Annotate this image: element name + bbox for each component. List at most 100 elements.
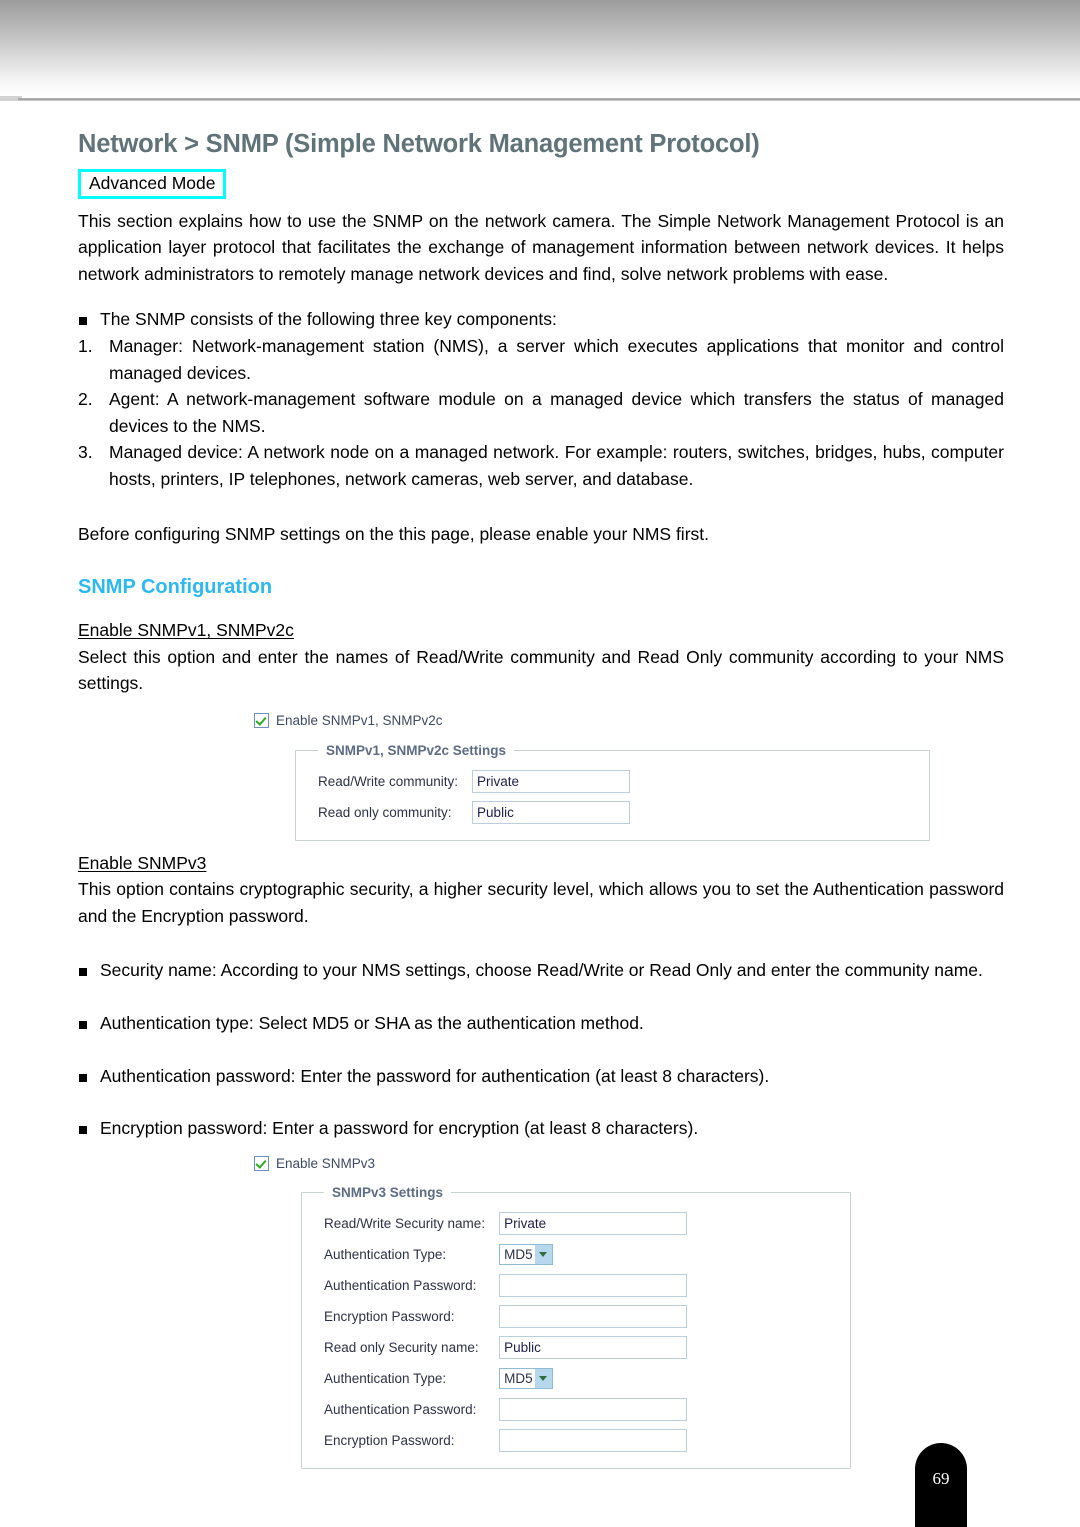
document-content: Network > SNMP (Simple Network Managemen… — [78, 130, 1004, 1469]
rw-auth-type-value: MD5 — [504, 1246, 533, 1262]
rw-auth-type-label: Authentication Type: — [324, 1246, 447, 1262]
snmpv1-settings-fieldset: SNMPv1, SNMPv2c Settings Read/Write comm… — [295, 742, 930, 841]
rw-auth-type-field-cell: MD5 — [499, 1239, 687, 1270]
snmpv3-settings-screenshot: Enable SNMPv3 SNMPv3 Settings Read/Write… — [254, 1155, 894, 1469]
enable-snmpv1-subheading-wrap: Enable SNMPv1, SNMPv2c — [78, 618, 1004, 643]
header-rule-line — [18, 98, 1080, 101]
table-row: Encryption Password: — [324, 1301, 836, 1332]
readwrite-community-input[interactable]: Private — [472, 769, 631, 793]
table-row: Authentication Type: MD5 — [324, 1239, 836, 1270]
list-item: Authentication type: Select MD5 or SHA a… — [78, 1010, 1004, 1037]
ro-encryption-password-label: Encryption Password: — [324, 1432, 455, 1448]
ro-auth-password-label: Authentication Password: — [324, 1401, 477, 1417]
rw-security-name-input[interactable]: Private — [499, 1211, 688, 1235]
list-item: Manager: Network-management station (NMS… — [78, 333, 1004, 383]
enable-snmpv3-checkbox-label: Enable SNMPv3 — [276, 1155, 376, 1171]
readonly-community-field-cell: Public — [472, 797, 631, 828]
list-item: Security name: According to your NMS set… — [78, 957, 1004, 984]
list-item: The SNMP consists of the following three… — [78, 306, 1004, 333]
list-item: Managed device: A network node on a mana… — [78, 439, 1004, 490]
table-row: Read only community: Public — [318, 797, 915, 828]
components-lead-list: The SNMP consists of the following three… — [78, 306, 1004, 333]
enable-snmpv3-checkbox-row[interactable]: Enable SNMPv3 — [254, 1155, 894, 1171]
ro-security-name-label: Read only Security name: — [324, 1339, 479, 1355]
chevron-down-icon[interactable] — [535, 1244, 553, 1264]
list-item: Authentication password: Enter the passw… — [78, 1063, 1004, 1090]
ro-auth-password-field-cell — [499, 1394, 688, 1425]
readonly-community-label: Read only community: — [318, 804, 452, 820]
ro-encryption-password-input[interactable] — [499, 1428, 688, 1452]
rw-security-name-field-cell: Private — [499, 1208, 688, 1239]
header-divider-rule — [0, 96, 1080, 103]
page-header-band — [0, 0, 1080, 96]
snmpv3-bullet-list: Security name: According to your NMS set… — [78, 957, 1004, 1141]
ro-auth-type-label: Authentication Type: — [324, 1370, 447, 1386]
spacer-cell — [687, 1363, 836, 1394]
snmpv3-settings-legend: SNMPv3 Settings — [332, 1184, 444, 1200]
ro-encryption-password-field-cell — [499, 1425, 688, 1456]
snmpv3-settings-fieldset: SNMPv3 Settings Read/Write Security name… — [301, 1184, 851, 1469]
snmpv1-settings-legend: SNMPv1, SNMPv2c Settings — [326, 742, 507, 758]
rw-auth-password-label: Authentication Password: — [324, 1277, 477, 1293]
enable-snmpv1-subheading: Enable SNMPv1, SNMPv2c — [78, 620, 294, 641]
intro-paragraph: This section explains how to use the SNM… — [78, 210, 1004, 284]
enable-snmpv1-checkbox[interactable] — [254, 712, 269, 728]
chevron-down-icon[interactable] — [535, 1368, 553, 1388]
rw-encryption-password-input[interactable] — [499, 1304, 688, 1328]
rw-auth-type-select[interactable]: MD5 — [499, 1243, 554, 1265]
ro-auth-type-field-cell: MD5 — [499, 1363, 687, 1394]
ro-auth-password-input[interactable] — [499, 1397, 688, 1421]
readwrite-community-label: Read/Write community: — [318, 773, 459, 789]
readonly-community-input[interactable]: Public — [472, 800, 631, 824]
ro-auth-type-value: MD5 — [504, 1370, 533, 1386]
enable-snmpv1-checkbox-row[interactable]: Enable SNMPv1, SNMPv2c — [254, 712, 894, 728]
enable-snmpv3-subheading-wrap: Enable SNMPv3 — [78, 851, 1004, 876]
spacer-cell — [687, 1394, 836, 1425]
ro-auth-type-select[interactable]: MD5 — [499, 1367, 554, 1389]
spacer-cell — [630, 766, 915, 797]
table-row: Authentication Password: — [324, 1270, 836, 1301]
enable-snmpv3-checkbox[interactable] — [254, 1155, 269, 1171]
spacer-cell — [687, 1208, 836, 1239]
nms-note-paragraph: Before configuring SNMP settings on the … — [78, 523, 709, 544]
spacer-cell — [687, 1239, 836, 1270]
table-row: Authentication Password: — [324, 1394, 836, 1425]
components-numbered-list: Manager: Network-management station (NMS… — [78, 333, 1004, 493]
ro-security-name-field-cell: Public — [499, 1332, 688, 1363]
table-row: Authentication Type: MD5 — [324, 1363, 836, 1394]
spacer-cell — [687, 1332, 836, 1363]
table-row: Encryption Password: — [324, 1425, 836, 1456]
advanced-mode-badge: Advanced Mode — [78, 169, 227, 199]
snmp-configuration-heading: SNMP Configuration — [78, 576, 273, 599]
readwrite-community-field-cell: Private — [472, 766, 631, 797]
rw-encryption-password-field-cell — [499, 1301, 688, 1332]
enable-snmpv1-description: Select this option and enter the names o… — [78, 646, 1004, 694]
enable-snmpv3-description: This option contains cryptographic secur… — [78, 879, 1004, 926]
ro-security-name-input[interactable]: Public — [499, 1335, 688, 1359]
page-title: Network > SNMP (Simple Network Managemen… — [78, 130, 760, 158]
snmpv1-settings-table: Read/Write community: Private Read only … — [318, 766, 915, 828]
spacer-cell — [630, 797, 915, 828]
enable-snmpv3-subheading: Enable SNMPv3 — [78, 852, 207, 873]
spacer-cell — [687, 1270, 836, 1301]
rw-auth-password-field-cell — [499, 1270, 688, 1301]
page-number-tab: 69 — [915, 1443, 967, 1527]
spacer-cell — [687, 1425, 836, 1456]
snmpv3-settings-table: Read/Write Security name: Private Authen… — [324, 1208, 836, 1456]
rw-auth-password-input[interactable] — [499, 1273, 688, 1297]
table-row: Read only Security name: Public — [324, 1332, 836, 1363]
enable-snmpv1-checkbox-label: Enable SNMPv1, SNMPv2c — [276, 712, 443, 728]
rw-encryption-password-label: Encryption Password: — [324, 1308, 455, 1324]
rw-security-name-label: Read/Write Security name: — [324, 1215, 486, 1231]
snmpv1-settings-screenshot: Enable SNMPv1, SNMPv2c SNMPv1, SNMPv2c S… — [254, 712, 930, 841]
spacer-cell — [687, 1301, 836, 1332]
table-row: Read/Write Security name: Private — [324, 1208, 836, 1239]
table-row: Read/Write community: Private — [318, 766, 915, 797]
advanced-mode-badge-wrap: Advanced Mode — [78, 159, 1004, 199]
